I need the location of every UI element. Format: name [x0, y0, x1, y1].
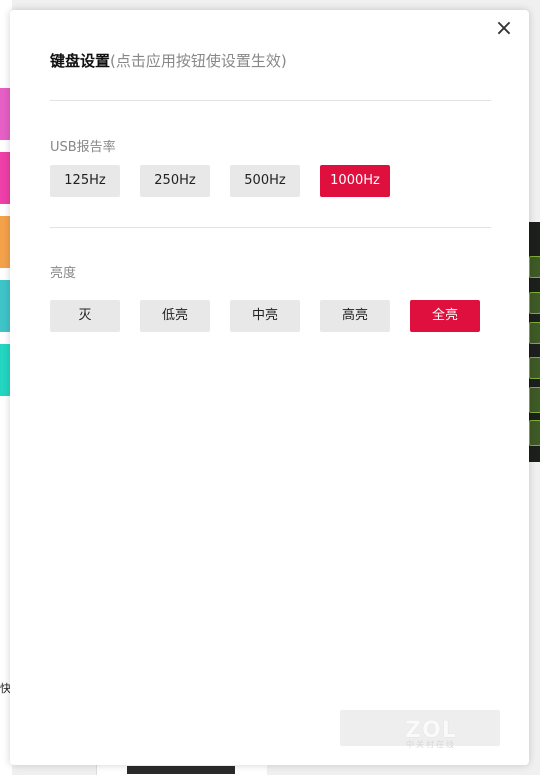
usb-rate-option-125[interactable]: 125Hz [50, 165, 120, 197]
dialog-title: 键盘设置(点击应用按钮使设置生效) [50, 50, 287, 71]
zol-watermark: ZOL 中关村在线 [396, 718, 466, 750]
keyboard-key [529, 292, 540, 314]
background-keyboard-preview [528, 222, 540, 462]
watermark-sub-text: 中关村在线 [406, 740, 456, 749]
close-icon[interactable]: × [493, 18, 515, 40]
divider-top [50, 100, 491, 101]
keyboard-key [529, 357, 540, 379]
dialog-subtitle: (点击应用按钮使设置生效) [110, 52, 287, 70]
brightness-option-full[interactable]: 全亮 [410, 300, 480, 332]
keyboard-key [529, 420, 540, 446]
usb-rate-label: USB报告率 [50, 140, 116, 155]
brightness-label: 亮度 [50, 266, 77, 281]
usb-rate-option-500[interactable]: 500Hz [230, 165, 300, 197]
usb-rate-option-1000[interactable]: 1000Hz [320, 165, 390, 197]
brightness-option-low[interactable]: 低亮 [140, 300, 210, 332]
divider-middle [50, 227, 491, 228]
brightness-option-medium[interactable]: 中亮 [230, 300, 300, 332]
keyboard-key [529, 256, 540, 278]
background-bottom-bar [127, 766, 235, 774]
keyboard-key [529, 387, 540, 413]
usb-rate-option-250[interactable]: 250Hz [140, 165, 210, 197]
keyboard-settings-dialog: × 键盘设置(点击应用按钮使设置生效) USB报告率 125Hz 250Hz 5… [10, 10, 529, 765]
dialog-title-text: 键盘设置 [50, 52, 111, 70]
brightness-option-off[interactable]: 灭 [50, 300, 120, 332]
keyboard-key [529, 322, 540, 344]
brightness-option-high[interactable]: 高亮 [320, 300, 390, 332]
